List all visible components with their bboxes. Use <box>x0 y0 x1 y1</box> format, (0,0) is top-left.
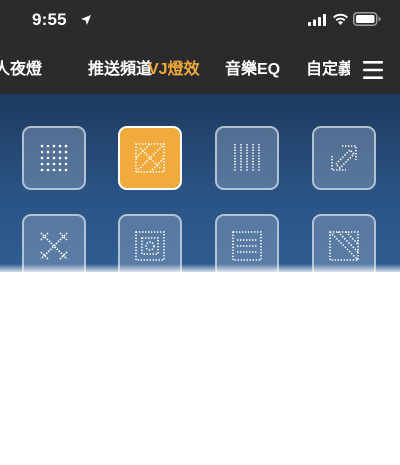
effect-button-diagonal-pattern[interactable] <box>118 126 182 190</box>
effect-button-diagonal-frame[interactable] <box>312 126 376 190</box>
effect-button-dot-grid[interactable] <box>22 126 86 190</box>
concentric-squares-icon <box>135 231 165 261</box>
tab-push-channel[interactable]: 推送頻道 <box>88 60 152 80</box>
content-edge-fade <box>0 264 400 274</box>
diagonal-pattern-icon <box>135 143 165 173</box>
tab-vj-effects[interactable]: VJ燈效 <box>148 60 200 80</box>
tab-music-eq[interactable]: 音樂EQ <box>225 60 280 80</box>
hamburger-menu-icon[interactable] <box>360 58 386 82</box>
tab-custom[interactable]: 自定義 <box>306 60 350 80</box>
location-arrow-icon <box>81 15 91 25</box>
horizontal-bars-icon <box>232 231 262 261</box>
diagonal-split-icon <box>329 231 359 261</box>
x-cross-pattern-icon <box>40 232 68 260</box>
tab-night-light[interactable]: 人夜燈 <box>0 60 66 80</box>
effect-button-vertical-lines[interactable] <box>215 126 279 190</box>
app-screen: 9:55 人夜燈 推送頻道 VJ燈效 音樂EQ 自定義 <box>0 0 400 465</box>
status-bar: 9:55 <box>0 0 400 44</box>
vertical-lines-icon <box>234 144 260 172</box>
cellular-signal-icon <box>308 14 326 26</box>
effects-panel <box>0 94 400 272</box>
dot-grid-icon <box>40 144 68 172</box>
tab-bar: 人夜燈 推送頻道 VJ燈效 音樂EQ 自定義 <box>0 44 400 94</box>
diagonal-frame-icon <box>331 145 357 171</box>
battery-icon <box>353 12 381 26</box>
wifi-icon <box>333 13 348 25</box>
status-time: 9:55 <box>32 10 67 29</box>
